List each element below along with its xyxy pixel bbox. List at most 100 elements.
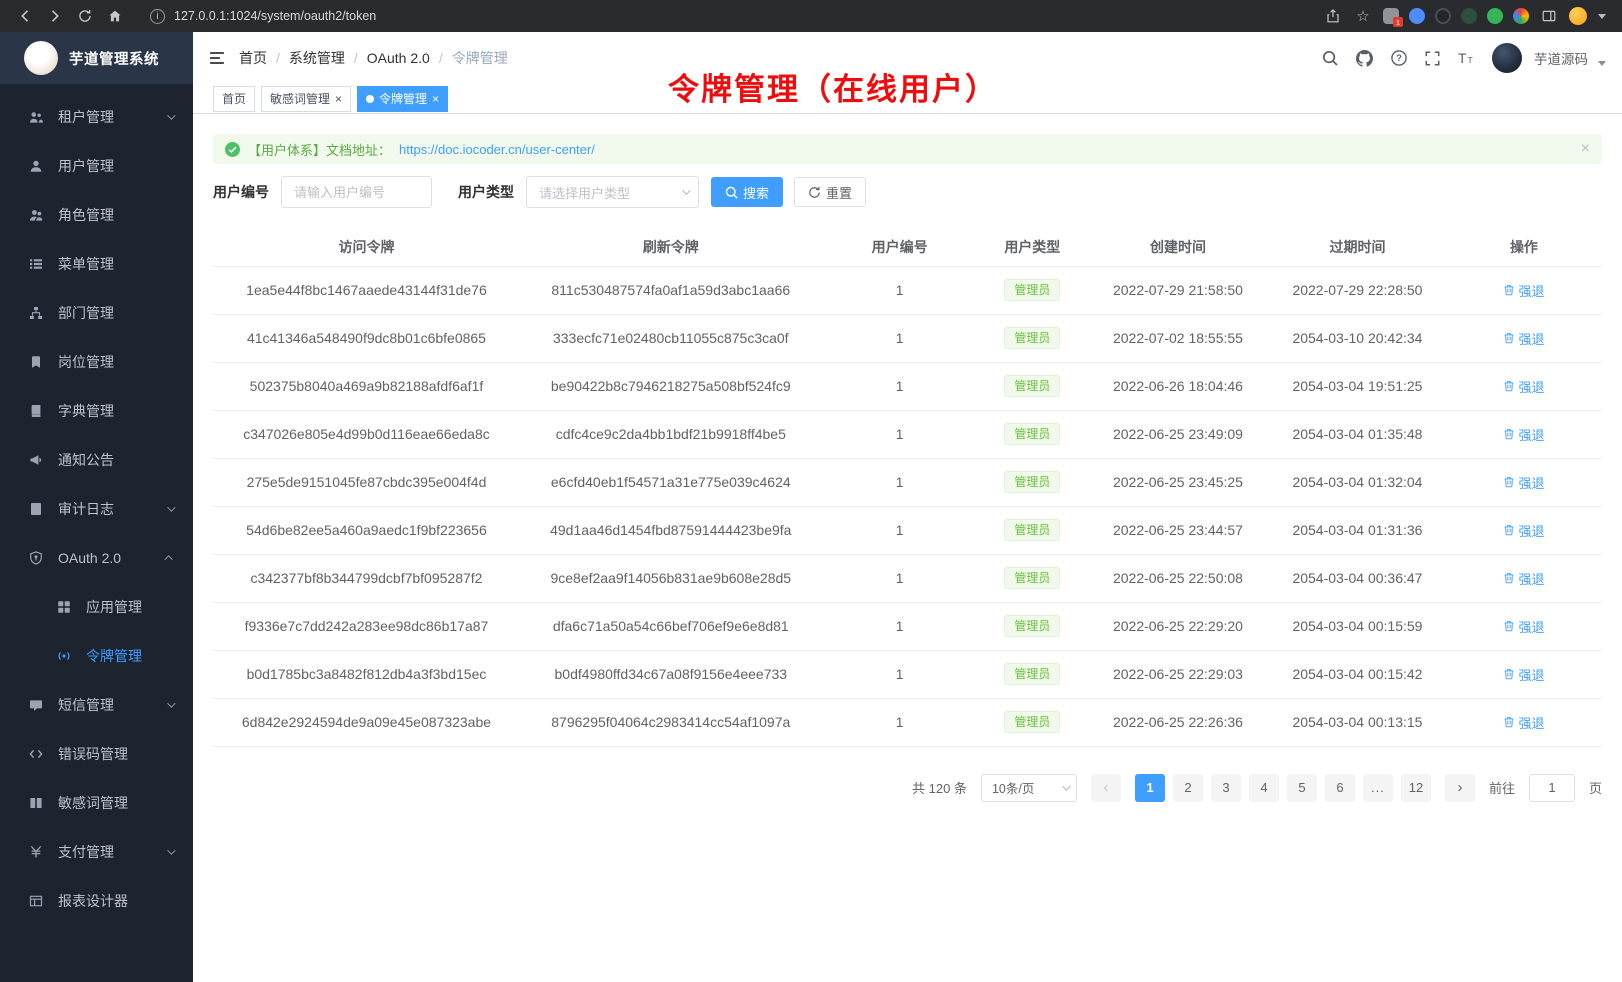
sidebar-item-oauth[interactable]: OAuth 2.0 xyxy=(0,533,193,582)
page-4-button[interactable]: 4 xyxy=(1249,774,1279,802)
back-icon[interactable] xyxy=(13,4,37,28)
sidebar-item-label: 审计日志 xyxy=(58,499,114,519)
fullscreen-icon[interactable] xyxy=(1425,51,1440,66)
user-type-select[interactable]: 请选择用户类型 xyxy=(526,176,699,208)
tab-sensitive-word[interactable]: 敏感词管理× xyxy=(261,86,351,112)
side-panel-icon[interactable] xyxy=(1537,4,1561,28)
cell-refresh-token: 333ecfc71e02480cb11055c875c3ca0f xyxy=(520,314,822,362)
search-button[interactable]: 搜索 xyxy=(711,177,783,207)
page-1-button[interactable]: 1 xyxy=(1135,774,1165,802)
svg-text:T: T xyxy=(1467,55,1473,65)
breadcrumb-item[interactable]: 首页 xyxy=(239,48,267,68)
page-6-button[interactable]: 6 xyxy=(1325,774,1355,802)
user-avatar[interactable] xyxy=(1492,43,1522,73)
force-logout-button[interactable]: 强退 xyxy=(1503,425,1544,444)
sidebar-item-tenant[interactable]: 租户管理 xyxy=(0,92,193,141)
cell-refresh-token: be90422b8c7946218275a508bf524fc9 xyxy=(520,362,822,410)
tab-token[interactable]: 令牌管理× xyxy=(357,86,448,112)
user-type-tag: 管理员 xyxy=(1004,375,1060,397)
font-size-icon[interactable]: TT xyxy=(1458,50,1474,66)
force-logout-button[interactable]: 强退 xyxy=(1503,377,1544,396)
sidebar-item-label: 错误码管理 xyxy=(58,744,128,764)
sidebar-item-sms[interactable]: 短信管理 xyxy=(0,680,193,729)
sidebar: 芋道管理系统 租户管理用户管理角色管理菜单管理部门管理岗位管理字典管理通知公告审… xyxy=(0,32,193,982)
table-row: 502375b8040a469a9b82188afdf6af1fbe90422b… xyxy=(213,362,1602,410)
tab-home[interactable]: 首页 xyxy=(213,86,255,112)
force-logout-button[interactable]: 强退 xyxy=(1503,713,1544,732)
column-header: 用户类型 xyxy=(978,228,1087,266)
close-icon[interactable]: × xyxy=(335,93,342,105)
sidebar-item-dict[interactable]: 字典管理 xyxy=(0,386,193,435)
github-icon[interactable] xyxy=(1356,50,1373,67)
extension-icon[interactable] xyxy=(1513,8,1529,24)
force-logout-button[interactable]: 强退 xyxy=(1503,473,1544,492)
user-id-input[interactable] xyxy=(281,176,432,208)
home-icon[interactable] xyxy=(103,4,127,28)
tenant-icon xyxy=(28,110,44,124)
page-12-button[interactable]: 12 xyxy=(1401,774,1431,802)
extension-icon[interactable]: 1 xyxy=(1383,8,1399,24)
sidebar-item-dept[interactable]: 部门管理 xyxy=(0,288,193,337)
hamburger-icon[interactable] xyxy=(209,50,225,66)
extension-icon[interactable] xyxy=(1435,8,1451,24)
share-icon[interactable] xyxy=(1321,4,1345,28)
site-info-icon[interactable]: i xyxy=(150,9,165,24)
sidebar-item-role[interactable]: 角色管理 xyxy=(0,190,193,239)
breadcrumb-item[interactable]: 系统管理 xyxy=(289,48,345,68)
force-logout-button[interactable]: 强退 xyxy=(1503,617,1544,636)
sidebar-item-errcode[interactable]: 错误码管理 xyxy=(0,729,193,778)
breadcrumb-item[interactable]: OAuth 2.0 xyxy=(367,50,430,66)
force-logout-button[interactable]: 强退 xyxy=(1503,665,1544,684)
sidebar-item-report[interactable]: 报表设计器 xyxy=(0,876,193,925)
doc-link[interactable]: https://doc.iocoder.cn/user-center/ xyxy=(399,142,595,157)
url-bar[interactable]: i 127.0.0.1:1024/system/oauth2/token xyxy=(138,4,1310,28)
browser-profile-avatar[interactable] xyxy=(1569,7,1587,25)
cell-user-id: 1 xyxy=(822,602,978,650)
close-icon[interactable]: × xyxy=(1581,140,1590,158)
reload-icon[interactable] xyxy=(73,4,97,28)
cell-user-id: 1 xyxy=(822,554,978,602)
force-logout-button[interactable]: 强退 xyxy=(1503,281,1544,300)
trash-icon xyxy=(1503,284,1515,296)
extension-icon[interactable] xyxy=(1487,8,1503,24)
page-2-button[interactable]: 2 xyxy=(1173,774,1203,802)
next-page-button[interactable]: › xyxy=(1445,774,1475,802)
cell-refresh-token: b0df4980ffd34c67a08f9156e4eee733 xyxy=(520,650,822,698)
prev-page-button[interactable]: ‹ xyxy=(1091,774,1121,802)
menu-icon xyxy=(28,257,44,271)
sidebar-item-menu[interactable]: 菜单管理 xyxy=(0,239,193,288)
force-logout-button[interactable]: 强退 xyxy=(1503,521,1544,540)
chevron-down-icon[interactable] xyxy=(1598,14,1606,19)
forward-icon[interactable] xyxy=(43,4,67,28)
page-more-button[interactable]: ... xyxy=(1363,774,1393,802)
bookmark-star-icon[interactable]: ☆ xyxy=(1351,4,1375,28)
app-logo[interactable]: 芋道管理系统 xyxy=(0,32,193,84)
sidebar-item-notice[interactable]: 通知公告 xyxy=(0,435,193,484)
help-icon[interactable]: ? xyxy=(1391,50,1407,66)
browser-chrome: i 127.0.0.1:1024/system/oauth2/token ☆ 1 xyxy=(0,0,1622,32)
page-5-button[interactable]: 5 xyxy=(1287,774,1317,802)
page-size-select[interactable]: 10条/页 xyxy=(981,774,1077,802)
user-name[interactable]: 芋道源码 xyxy=(1534,48,1588,68)
sidebar-item-app[interactable]: 应用管理 xyxy=(0,582,193,631)
extension-icon[interactable] xyxy=(1409,8,1425,24)
cell-access-token: 1ea5e44f8bc1467aaede43144f31de76 xyxy=(213,266,520,314)
sidebar-item-post[interactable]: 岗位管理 xyxy=(0,337,193,386)
sidebar-item-pay[interactable]: 支付管理 xyxy=(0,827,193,876)
extension-icon[interactable] xyxy=(1461,8,1477,24)
goto-page-input[interactable] xyxy=(1529,774,1575,802)
sidebar-item-user[interactable]: 用户管理 xyxy=(0,141,193,190)
sidebar-item-token[interactable]: 令牌管理 xyxy=(0,631,193,680)
force-logout-button[interactable]: 强退 xyxy=(1503,569,1544,588)
sidebar-item-sensitive[interactable]: 敏感词管理 xyxy=(0,778,193,827)
search-icon[interactable] xyxy=(1322,50,1338,66)
sidebar-item-label: 令牌管理 xyxy=(86,646,142,666)
close-icon[interactable]: × xyxy=(432,93,439,105)
sidebar-item-audit[interactable]: 审计日志 xyxy=(0,484,193,533)
force-logout-button[interactable]: 强退 xyxy=(1503,329,1544,348)
reset-button[interactable]: 重置 xyxy=(794,177,866,207)
sidebar-menu: 租户管理用户管理角色管理菜单管理部门管理岗位管理字典管理通知公告审计日志 OAut… xyxy=(0,84,193,925)
page-3-button[interactable]: 3 xyxy=(1211,774,1241,802)
cell-expire-time: 2054-03-04 00:15:42 xyxy=(1269,650,1446,698)
report-icon xyxy=(28,894,44,908)
